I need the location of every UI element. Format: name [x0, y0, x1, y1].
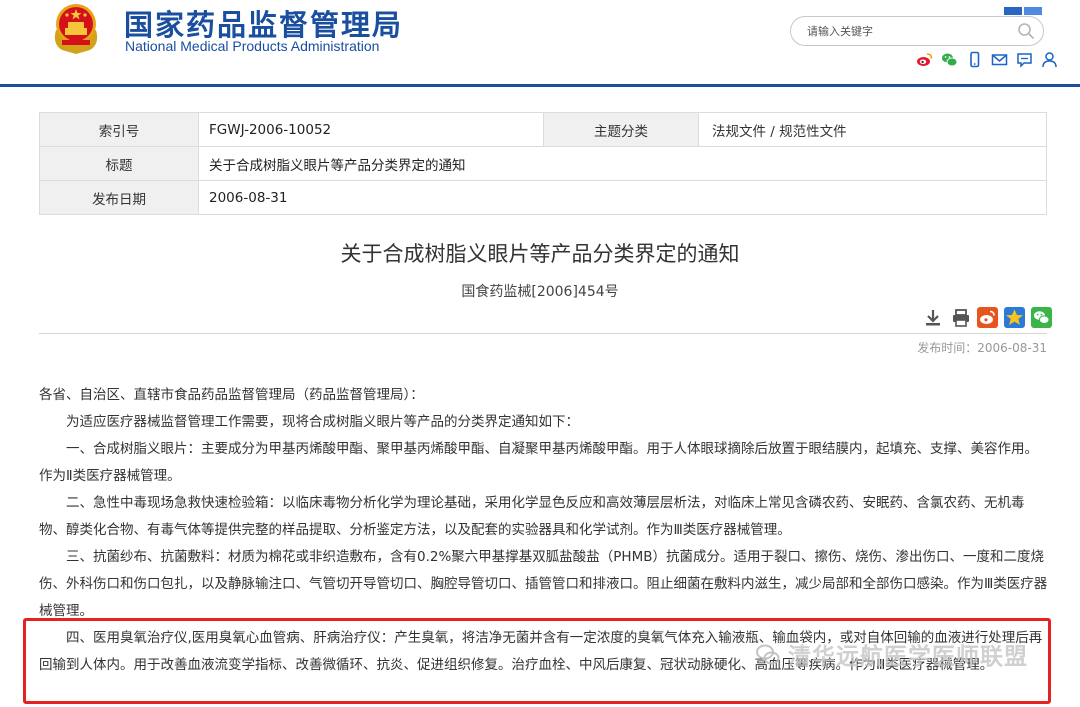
- category-value: 法规文件 / 规范性文件: [698, 112, 1047, 147]
- print-icon[interactable]: [951, 308, 971, 328]
- document-number: 国食药监械[2006]454号: [461, 284, 619, 300]
- document-tools: [920, 308, 971, 328]
- paragraph-item-2: 二、急性中毒现场急救快速检验箱：以临床毒物分析化学为理论基础，采用化学显色反应和…: [39, 495, 1025, 538]
- table-row: 索引号 FGWJ-2006-10052 主题分类 法规文件 / 规范性文件: [39, 112, 1047, 147]
- watermark: 清华远航医学医师联盟: [756, 637, 1028, 671]
- message-icon[interactable]: [1016, 51, 1033, 68]
- watermark-logo-icon: [756, 644, 780, 665]
- top-corner-tabs[interactable]: [1004, 0, 1044, 15]
- mobile-icon[interactable]: [966, 51, 983, 68]
- share-wechat-icon[interactable]: [1031, 307, 1053, 328]
- watermark-text: 清华远航医学医师联盟: [788, 644, 1028, 670]
- paragraph-salutation: 各省、自治区、直辖市食品药品监督管理局（药品监督管理局）：: [39, 387, 424, 403]
- paragraph-intro: 为适应医疗器械监督管理工作需要，现将合成树脂义眼片等产品的分类界定通知如下：: [66, 414, 579, 430]
- header-divider: [0, 84, 1080, 87]
- search-icon[interactable]: [1017, 22, 1035, 40]
- download-icon[interactable]: [923, 308, 943, 328]
- wechat-icon[interactable]: [941, 51, 958, 68]
- site-header: 国家药品监督管理局 National Medical Products Admi…: [0, 0, 1080, 86]
- social-share-row: [916, 51, 1061, 69]
- publish-time: 发布时间：2006-08-31: [917, 341, 1047, 355]
- paragraph-item-1: 一、合成树脂义眼片：主要成分为甲基丙烯酸甲酯、聚甲基丙烯酸甲酯、自凝聚甲基丙烯酸…: [39, 441, 1038, 484]
- user-icon[interactable]: [1041, 51, 1058, 68]
- document-info-table: 索引号 FGWJ-2006-10052 主题分类 法规文件 / 规范性文件 标题…: [39, 112, 1047, 215]
- table-row: 标题 关于合成树脂义眼片等产品分类界定的通知: [39, 146, 1047, 181]
- share-qzone-icon[interactable]: [1004, 307, 1026, 328]
- national-emblem-icon: [54, 4, 98, 54]
- category-label: 主题分类: [543, 112, 699, 147]
- document-title: 关于合成树脂义眼片等产品分类界定的通知: [340, 242, 740, 266]
- search-box[interactable]: [790, 16, 1044, 46]
- table-row: 发布日期 2006-08-31: [39, 180, 1047, 215]
- index-label: 索引号: [39, 112, 199, 147]
- weibo-icon[interactable]: [916, 51, 933, 68]
- date-label: 发布日期: [39, 180, 199, 215]
- title-label: 标题: [39, 146, 199, 181]
- title-divider: [39, 333, 1047, 334]
- paragraph-item-3: 三、抗菌纱布、抗菌敷料：材质为棉花或非织造敷布，含有0.2%聚六甲基撑基双胍盐酸…: [39, 549, 1048, 619]
- mail-icon[interactable]: [991, 51, 1008, 68]
- site-name-en[interactable]: National Medical Products Administration: [125, 38, 379, 54]
- search-input[interactable]: [807, 22, 1007, 40]
- index-value: FGWJ-2006-10052: [198, 112, 544, 147]
- share-weibo-icon[interactable]: [977, 307, 998, 328]
- share-tools: [976, 307, 1053, 328]
- date-value: 2006-08-31: [198, 180, 1047, 215]
- title-value: 关于合成树脂义眼片等产品分类界定的通知: [198, 146, 1047, 181]
